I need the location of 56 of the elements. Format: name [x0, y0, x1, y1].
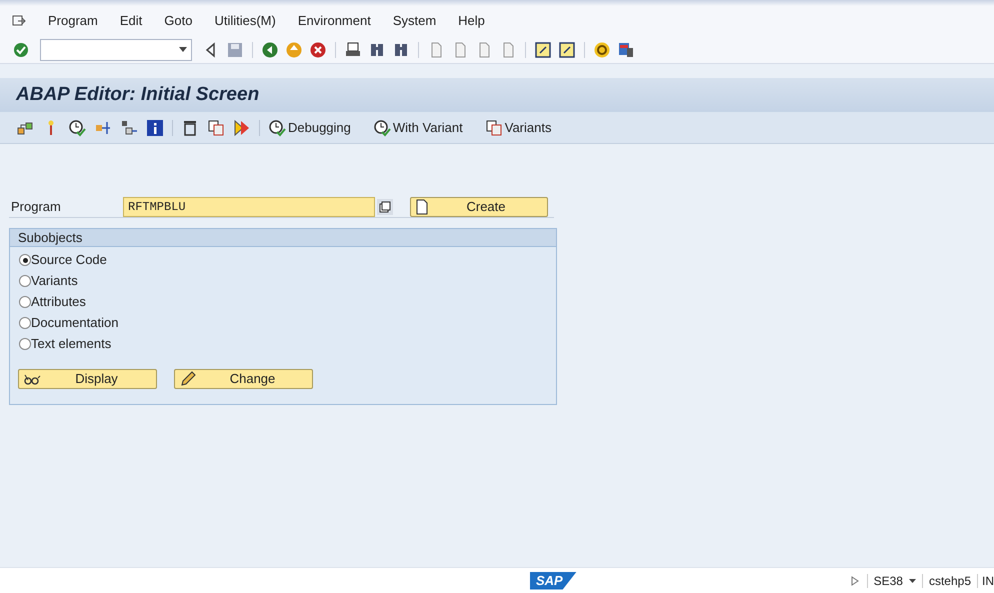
radio-button[interactable] [19, 338, 31, 350]
menu-icon[interactable] [12, 14, 26, 28]
screen-title: ABAP Editor: Initial Screen [16, 82, 260, 107]
menu-item[interactable]: Utilities(M) [214, 11, 276, 31]
sap-logo: SAP [530, 572, 577, 590]
clock-icon[interactable] [372, 118, 391, 136]
insert-mode: IN [981, 572, 994, 590]
create-button[interactable]: Create [410, 196, 548, 216]
menu-item[interactable]: Help [458, 11, 485, 31]
radio-option[interactable]: Text elements [19, 335, 556, 353]
radio-button[interactable] [19, 317, 31, 329]
radio-option[interactable]: Variants [19, 272, 556, 290]
server-name: cstehp5 [928, 572, 972, 590]
radio-option[interactable]: Attributes [19, 293, 556, 311]
toolbar-button[interactable]: With Variant [372, 118, 463, 138]
field-label: Program [10, 198, 62, 216]
radio-option[interactable]: Source Code [19, 251, 556, 269]
program-input[interactable]: RFTMPBLU [123, 196, 375, 216]
trash-icon[interactable] [181, 118, 199, 136]
window-icon[interactable] [558, 40, 576, 58]
menu-item[interactable]: Program [48, 11, 98, 31]
document-icon [415, 198, 429, 214]
menu-item[interactable]: System [392, 11, 436, 31]
radio-button[interactable] [19, 254, 31, 266]
expand-arrow-icon[interactable] [850, 576, 859, 586]
copy-icon[interactable] [484, 118, 503, 136]
value-help-icon[interactable] [377, 198, 393, 214]
group-title: Subobjects [10, 229, 556, 247]
radio-option[interactable]: Documentation [19, 314, 556, 332]
action-button[interactable]: Change [174, 369, 313, 389]
monitor-icon[interactable] [617, 40, 635, 58]
window-icon[interactable] [534, 40, 552, 58]
help-icon[interactable] [593, 40, 611, 58]
menu-item[interactable]: Goto [164, 11, 192, 31]
info-icon[interactable] [146, 118, 164, 136]
clock-icon[interactable] [68, 118, 86, 136]
pencil-icon [179, 370, 197, 388]
clock-icon[interactable] [268, 118, 286, 136]
transaction-code[interactable]: SE38 [868, 572, 909, 590]
check-icon[interactable] [12, 40, 30, 58]
toolbar-button[interactable]: Debugging [268, 118, 351, 138]
menu-item[interactable]: Environment [298, 11, 371, 31]
toolbar-button[interactable]: Variants [484, 118, 552, 138]
command-field[interactable] [40, 38, 192, 60]
cancel-icon[interactable] [309, 40, 327, 58]
back-icon[interactable] [261, 40, 279, 58]
action-button[interactable]: Display [18, 369, 157, 389]
menu-item[interactable]: Edit [120, 11, 142, 31]
printer-icon[interactable] [344, 40, 362, 58]
dropdown-caret-icon[interactable] [179, 47, 187, 52]
radio-button[interactable] [19, 296, 31, 308]
dropdown-caret-icon[interactable] [908, 578, 916, 582]
structure-icon[interactable] [120, 118, 138, 136]
radio-button[interactable] [19, 275, 31, 287]
play-icon[interactable] [233, 118, 251, 136]
copy-icon[interactable] [207, 118, 225, 136]
